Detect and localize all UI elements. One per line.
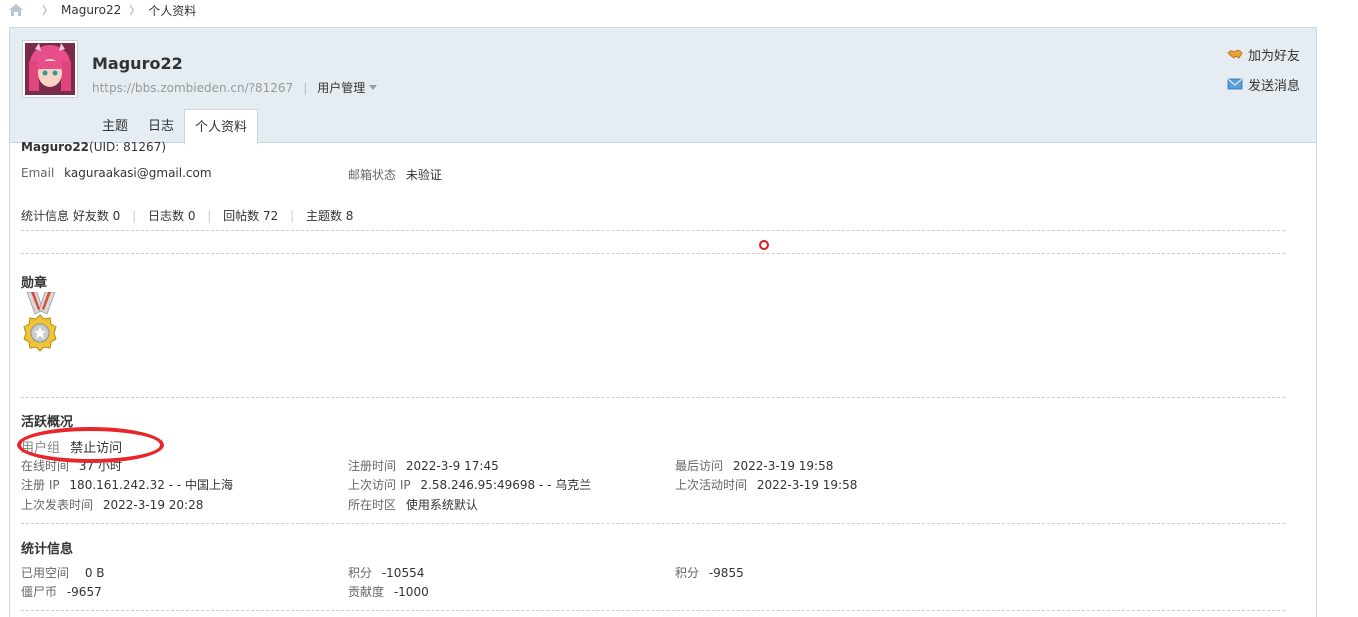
last-post-row: 上次发表时间 2022-3-19 20:28 xyxy=(21,496,203,513)
breadcrumb-separator: 〉 xyxy=(42,4,53,17)
home-icon[interactable] xyxy=(8,3,24,17)
email-value: kaguraakasi@gmail.com xyxy=(64,166,212,180)
zombie-coin-label: 僵尸币 xyxy=(21,585,58,599)
threads-count-link[interactable]: 主题数 8 xyxy=(306,209,353,223)
last-ip-value: 2.58.246.95:49698 - - 乌克兰 xyxy=(420,478,592,492)
handshake-icon xyxy=(1227,47,1243,61)
envelope-icon xyxy=(1227,77,1243,91)
reg-ip-label: 注册 IP xyxy=(21,478,60,492)
profile-username: Maguro22 xyxy=(92,54,183,73)
red-dot-marker xyxy=(759,240,769,250)
profile-name-line: Maguro22(UID: 81267) xyxy=(21,140,166,154)
reg-ip-row: 注册 IP 180.161.242.32 - - 中国上海 xyxy=(21,476,233,493)
replies-count-link[interactable]: 回帖数 72 xyxy=(223,209,278,223)
email-label: Email xyxy=(21,166,55,180)
last-active-value: 2022-3-19 19:58 xyxy=(756,478,858,492)
profile-header: Maguro22 https://bbs.zombieden.cn/?81267… xyxy=(10,28,1316,145)
profile-frame: Maguro22 https://bbs.zombieden.cn/?81267… xyxy=(9,27,1317,617)
last-visit-label: 最后访问 xyxy=(675,459,724,473)
send-message-button[interactable]: 发送消息 xyxy=(1227,76,1300,94)
timezone-row: 所在时区 使用系统默认 xyxy=(348,496,478,513)
profile-url[interactable]: https://bbs.zombieden.cn/?81267 xyxy=(92,81,293,95)
credits-label: 积分 xyxy=(348,566,373,580)
tab-blogs[interactable]: 日志 xyxy=(138,110,184,144)
credits2-value: -9855 xyxy=(708,566,744,580)
divider xyxy=(21,397,1285,398)
breadcrumb: 〉 Maguro22 〉 个人资料 xyxy=(8,0,196,20)
blogs-count-link[interactable]: 日志数 0 xyxy=(148,209,195,223)
email-status-value: 未验证 xyxy=(405,168,442,182)
space-label: 已用空间 xyxy=(21,566,70,580)
divider: | xyxy=(303,80,308,95)
last-post-value: 2022-3-19 20:28 xyxy=(102,498,204,512)
last-post-label: 上次发表时间 xyxy=(21,498,94,512)
credits-row: 积分 -10554 xyxy=(348,564,424,581)
medal-badge[interactable] xyxy=(21,291,61,355)
add-friend-label: 加为好友 xyxy=(1247,48,1300,64)
divider xyxy=(21,523,1285,524)
profile-tabs: 主题 日志 个人资料 xyxy=(92,108,259,145)
space-value: 0 B xyxy=(84,566,105,580)
divider xyxy=(21,253,1285,254)
stats-summary-row: 统计信息 好友数 0 | 日志数 0 | 回帖数 72 | 主题数 8 xyxy=(21,207,353,224)
chevron-down-icon xyxy=(369,85,378,90)
reg-ip-value: 180.161.242.32 - - 中国上海 xyxy=(69,478,233,492)
last-visit-row: 最后访问 2022-3-19 19:58 xyxy=(675,457,833,474)
divider: | xyxy=(207,209,212,223)
avatar-image xyxy=(25,43,75,95)
tab-threads[interactable]: 主题 xyxy=(92,110,138,144)
credits2-row: 积分 -9855 xyxy=(675,564,744,581)
zombie-coin-row: 僵尸币 -9657 xyxy=(21,583,102,600)
space-row: 已用空间 0 B xyxy=(21,564,105,581)
timezone-label: 所在时区 xyxy=(348,498,397,512)
last-active-label: 上次活动时间 xyxy=(675,478,748,492)
user-manage-label: 用户管理 xyxy=(317,81,366,95)
breadcrumb-current: 个人资料 xyxy=(148,3,197,18)
red-circle-annotation xyxy=(17,427,164,463)
contribution-row: 贡献度 -1000 xyxy=(348,583,429,600)
avatar[interactable] xyxy=(22,40,78,98)
divider xyxy=(21,610,1285,611)
profile-url-line: https://bbs.zombieden.cn/?81267 | 用户管理 xyxy=(92,79,378,96)
credits-value: -10554 xyxy=(381,566,425,580)
last-visit-value: 2022-3-19 19:58 xyxy=(732,459,834,473)
breadcrumb-separator: 〉 xyxy=(129,4,141,17)
breadcrumb-user-link[interactable]: Maguro22 xyxy=(61,3,121,17)
stats-summary-label: 统计信息 xyxy=(21,209,70,223)
last-ip-label: 上次访问 IP xyxy=(348,478,411,492)
profile-uid: (UID: 81267) xyxy=(89,140,167,154)
friends-count-link[interactable]: 好友数 0 xyxy=(73,209,120,223)
last-active-row: 上次活动时间 2022-3-19 19:58 xyxy=(675,476,857,493)
medal-icon xyxy=(23,291,57,352)
reg-time-label: 注册时间 xyxy=(348,459,397,473)
credits2-label: 积分 xyxy=(675,566,700,580)
user-manage-dropdown[interactable]: 用户管理 xyxy=(317,79,378,96)
email-row: Email kaguraakasi@gmail.com xyxy=(21,166,212,180)
contribution-value: -1000 xyxy=(393,585,429,599)
tab-profile[interactable]: 个人资料 xyxy=(184,109,259,145)
contribution-label: 贡献度 xyxy=(348,585,385,599)
email-status-row: 邮箱状态 未验证 xyxy=(348,166,442,183)
profile-name: Maguro22 xyxy=(21,140,90,154)
reg-time-row: 注册时间 2022-3-9 17:45 xyxy=(348,457,499,474)
reg-time-value: 2022-3-9 17:45 xyxy=(405,459,499,473)
divider: | xyxy=(290,209,295,223)
zombie-coin-value: -9657 xyxy=(66,585,102,599)
add-friend-button[interactable]: 加为好友 xyxy=(1227,46,1300,64)
timezone-value: 使用系统默认 xyxy=(405,498,478,512)
profile-actions: 加为好友 发送消息 xyxy=(1227,46,1300,106)
stats-title: 统计信息 xyxy=(21,542,74,557)
medals-title: 勋章 xyxy=(21,276,48,291)
email-status-label: 邮箱状态 xyxy=(348,168,397,182)
divider xyxy=(21,230,1285,231)
send-message-label: 发送消息 xyxy=(1247,78,1300,94)
divider: | xyxy=(132,209,137,223)
last-ip-row: 上次访问 IP 2.58.246.95:49698 - - 乌克兰 xyxy=(348,476,591,493)
